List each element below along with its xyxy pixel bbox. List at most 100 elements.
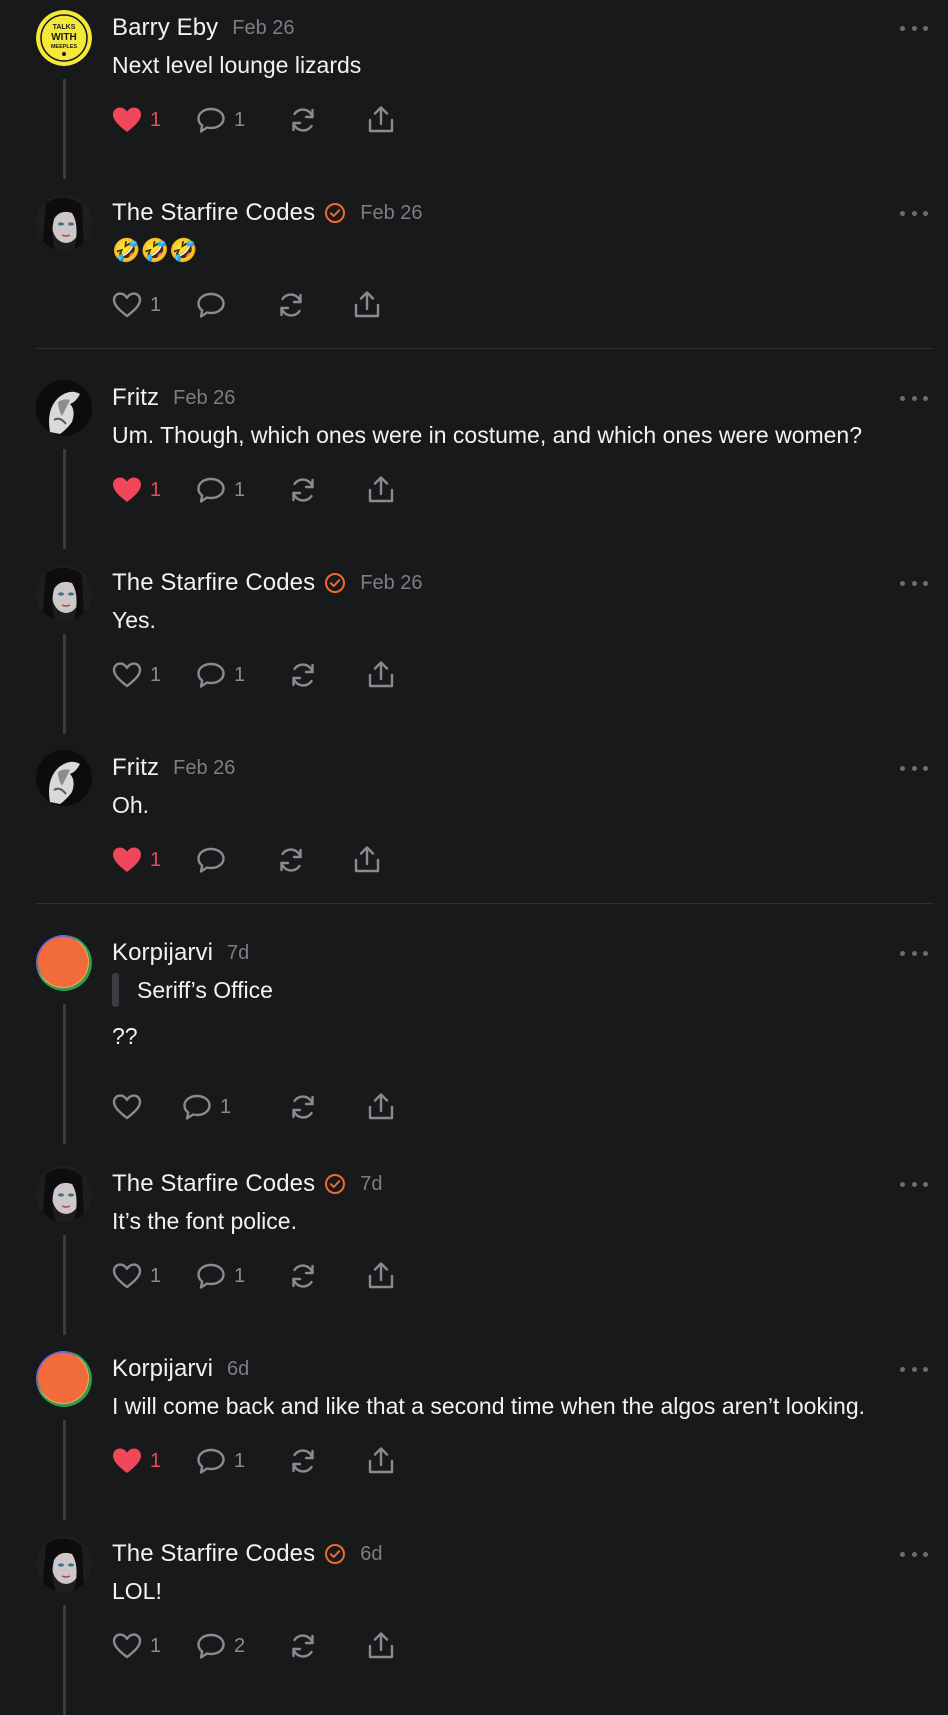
reply-post[interactable]: The Starfire Codes 6d LOL! 1 2 — [0, 1526, 948, 1715]
more-dots-icon[interactable] — [900, 1359, 928, 1379]
post-date[interactable]: 7d — [360, 1173, 382, 1196]
avatar[interactable]: TALKS WITH MEEPLES — [36, 10, 92, 66]
like-button[interactable]: 1 — [112, 1260, 161, 1292]
post-date[interactable]: Feb 26 — [360, 572, 422, 595]
repost-button[interactable] — [288, 1091, 318, 1123]
like-button[interactable]: 1 — [112, 474, 161, 506]
reply-button[interactable]: 1 — [196, 1445, 245, 1477]
thread-line — [63, 79, 66, 179]
reply-button[interactable] — [196, 844, 234, 876]
thread-line — [63, 1235, 66, 1335]
like-button[interactable]: 1 — [112, 289, 161, 321]
more-dots-icon[interactable] — [900, 943, 928, 963]
like-button[interactable]: 1 — [112, 659, 161, 691]
more-dots-icon[interactable] — [900, 203, 928, 223]
avatar[interactable] — [36, 750, 92, 806]
share-button[interactable] — [366, 1260, 396, 1292]
reply-post[interactable]: Fritz Feb 26 Um. Though, which ones were… — [0, 370, 948, 555]
repost-icon — [288, 476, 318, 504]
repost-button[interactable] — [288, 1260, 318, 1292]
thread-line — [63, 1004, 66, 1144]
more-dots-icon[interactable] — [900, 388, 928, 408]
like-button[interactable]: 1 — [112, 104, 161, 136]
post-date[interactable]: Feb 26 — [173, 387, 235, 410]
share-button[interactable] — [352, 289, 382, 321]
like-button[interactable]: 1 — [112, 844, 161, 876]
more-dots-icon[interactable] — [900, 18, 928, 38]
post-date[interactable]: Feb 26 — [173, 757, 235, 780]
author-name[interactable]: Korpijarvi — [112, 939, 213, 967]
reply-post[interactable]: TALKS WITH MEEPLES Barry Eby Feb 26 Next… — [0, 0, 948, 185]
more-dots-icon[interactable] — [900, 1544, 928, 1564]
share-icon — [366, 1092, 396, 1122]
reply-count: 1 — [234, 108, 246, 131]
post-date[interactable]: Feb 26 — [360, 202, 422, 225]
share-button[interactable] — [366, 104, 396, 136]
repost-button[interactable] — [288, 659, 318, 691]
share-button[interactable] — [366, 474, 396, 506]
more-dots-icon[interactable] — [900, 1174, 928, 1194]
post-date[interactable]: 6d — [360, 1543, 382, 1566]
comment-bubble-icon — [196, 1632, 226, 1660]
avatar[interactable] — [36, 1166, 92, 1222]
author-name[interactable]: The Starfire Codes — [112, 1540, 315, 1568]
like-button[interactable]: 1 — [112, 1445, 161, 1477]
like-button[interactable] — [112, 1091, 150, 1123]
reply-button[interactable]: 1 — [196, 659, 245, 691]
share-button[interactable] — [366, 659, 396, 691]
author-name[interactable]: Fritz — [112, 384, 159, 412]
share-icon — [366, 1631, 396, 1661]
comment-bubble-icon — [196, 106, 226, 134]
reply-button[interactable]: 1 — [196, 1260, 245, 1292]
author-name[interactable]: The Starfire Codes — [112, 569, 315, 597]
reply-button[interactable]: 1 — [196, 474, 245, 506]
share-icon — [366, 1261, 396, 1291]
post-date[interactable]: Feb 26 — [232, 17, 294, 40]
repost-button[interactable] — [288, 1630, 318, 1662]
share-button[interactable] — [366, 1445, 396, 1477]
post-header: Fritz Feb 26 — [112, 382, 235, 414]
avatar[interactable] — [36, 565, 92, 621]
post-date[interactable]: 7d — [227, 942, 249, 965]
reply-count: 2 — [234, 1634, 246, 1657]
post-actions: 1 2 — [112, 1630, 512, 1662]
share-button[interactable] — [366, 1630, 396, 1662]
post-header: The Starfire Codes 7d — [112, 1168, 382, 1200]
avatar[interactable] — [36, 380, 92, 436]
verified-badge-icon — [324, 572, 346, 594]
comment-bubble-icon — [196, 661, 226, 689]
avatar[interactable] — [36, 195, 92, 251]
reply-post[interactable]: The Starfire Codes Feb 26 Yes. 1 1 — [0, 555, 948, 740]
comment-bubble-icon — [196, 1447, 226, 1475]
avatar[interactable] — [36, 1351, 92, 1407]
repost-button[interactable] — [288, 104, 318, 136]
author-name[interactable]: The Starfire Codes — [112, 199, 315, 227]
author-name[interactable]: Korpijarvi — [112, 1355, 213, 1383]
author-name[interactable]: Barry Eby — [112, 14, 218, 42]
reply-button[interactable]: 2 — [196, 1630, 245, 1662]
post-date[interactable]: 6d — [227, 1358, 249, 1381]
reply-post[interactable]: Korpijarvi 6d I will come back and like … — [0, 1341, 948, 1526]
reply-post[interactable]: Fritz Feb 26 Oh. 1 — [0, 740, 948, 925]
author-name[interactable]: Fritz — [112, 754, 159, 782]
reply-post[interactable]: The Starfire Codes Feb 26 🤣🤣🤣 1 — [0, 185, 948, 370]
avatar[interactable] — [36, 935, 92, 991]
avatar[interactable] — [36, 1536, 92, 1592]
share-button[interactable] — [366, 1091, 396, 1123]
reply-button[interactable]: 1 — [196, 104, 245, 136]
share-button[interactable] — [352, 844, 382, 876]
like-button[interactable]: 1 — [112, 1630, 161, 1662]
reply-button[interactable]: 1 — [182, 1091, 231, 1123]
share-icon — [352, 290, 382, 320]
repost-button[interactable] — [288, 1445, 318, 1477]
more-dots-icon[interactable] — [900, 758, 928, 778]
repost-button[interactable] — [276, 844, 306, 876]
thread-line — [63, 449, 66, 549]
reply-post[interactable]: Korpijarvi 7d Seriff’s Office?? 1 — [0, 925, 948, 1144]
more-dots-icon[interactable] — [900, 573, 928, 593]
repost-button[interactable] — [288, 474, 318, 506]
reply-button[interactable] — [196, 289, 234, 321]
reply-post[interactable]: The Starfire Codes 7d It’s the font poli… — [0, 1156, 948, 1341]
repost-button[interactable] — [276, 289, 306, 321]
author-name[interactable]: The Starfire Codes — [112, 1170, 315, 1198]
